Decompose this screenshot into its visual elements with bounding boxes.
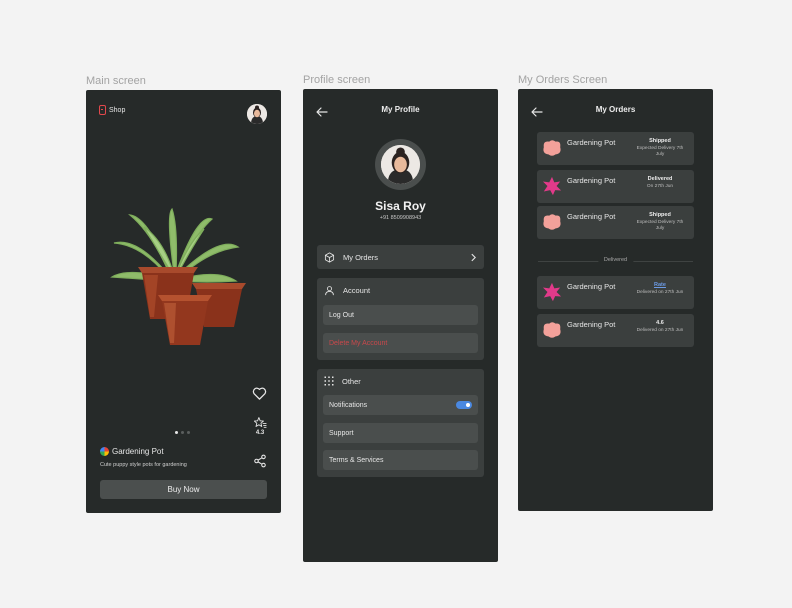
order-status: Shipped: [649, 212, 671, 218]
page-title: My Profile: [381, 105, 420, 114]
order-delivery-info: Expected Delivery 7th July: [636, 220, 684, 231]
avatar[interactable]: [247, 104, 267, 124]
order-name: Gardening Pot: [567, 282, 616, 291]
avatar-image: [247, 104, 267, 124]
support-button[interactable]: Support: [323, 423, 478, 443]
rating[interactable]: 4.3: [250, 417, 270, 436]
user-icon: [325, 285, 334, 295]
carousel-dot[interactable]: [175, 431, 178, 434]
buy-now-button[interactable]: Buy Now: [100, 480, 267, 499]
pot-thumbnail: [543, 322, 561, 338]
plant-pot-image: [108, 207, 248, 347]
account-section: Account Log Out Delete My Account: [317, 278, 484, 360]
profile-screen-label: Profile screen: [303, 74, 371, 86]
chevron-right-icon: [471, 253, 476, 261]
order-delivery-info: Delivered on 27th Jun: [636, 290, 684, 295]
product-name: Gardening Pot: [112, 447, 164, 456]
order-delivery-info: On 27th Jun: [646, 184, 674, 189]
order-name: Gardening Pot: [567, 176, 616, 185]
order-card[interactable]: Gardening Pot Shipped Expected Delivery …: [537, 132, 694, 165]
box-icon: [324, 252, 335, 262]
shop-brand-label: Shop: [109, 106, 126, 114]
other-heading: Other: [342, 376, 361, 386]
order-name: Gardening Pot: [567, 138, 616, 147]
my-orders-label: My Orders: [343, 252, 379, 262]
main-screen: Shop 4.3 Gardening Pot Cute puppy style …: [86, 90, 281, 513]
notifications-label: Notifications: [329, 401, 368, 409]
share-icon: [254, 454, 266, 468]
profile-screen: My Profile Sisa Roy +91 8509908943 My Or…: [303, 89, 498, 562]
share-button[interactable]: [253, 454, 267, 468]
heart-icon: [252, 387, 267, 400]
order-card[interactable]: Gardening Pot Delivered On 27th Jun: [537, 170, 694, 203]
pot-thumbnail: [542, 282, 562, 302]
product-brand-icon: [100, 447, 109, 456]
log-out-button[interactable]: Log Out: [323, 305, 478, 325]
notifications-row[interactable]: Notifications: [323, 395, 478, 415]
profile-phone: +91 8509908943: [379, 215, 422, 221]
order-name: Gardening Pot: [567, 212, 616, 221]
delete-account-button[interactable]: Delete My Account: [323, 333, 478, 353]
carousel-dot[interactable]: [181, 431, 184, 434]
order-card[interactable]: Gardening Pot 4.6 Delivered on 27th Jun: [537, 314, 694, 347]
other-section: Other Notifications Support Terms & Serv…: [317, 369, 484, 477]
terms-button[interactable]: Terms & Services: [323, 450, 478, 470]
shop-logo-icon: [99, 105, 106, 115]
rate-link[interactable]: Rate: [632, 282, 688, 288]
delivered-divider-label: Delivered: [597, 257, 634, 263]
orders-screen-label: My Orders Screen: [518, 74, 608, 86]
main-screen-label: Main screen: [86, 75, 146, 87]
pot-thumbnail: [543, 214, 561, 230]
product-title: Gardening Pot: [100, 447, 164, 456]
carousel-dot[interactable]: [187, 431, 190, 434]
order-card[interactable]: Gardening Pot Rate Delivered on 27th Jun: [537, 276, 694, 309]
order-rating: 4.6: [656, 320, 664, 326]
order-delivery-info: Expected Delivery 7th July: [636, 146, 684, 157]
order-name: Gardening Pot: [567, 320, 616, 329]
grid-dots-icon: [324, 376, 334, 386]
notifications-toggle[interactable]: [456, 401, 472, 409]
profile-name: Sisa Roy: [375, 199, 426, 213]
orders-screen: My Orders Gardening Pot Shipped Expected…: [518, 89, 713, 511]
star-list-icon: [253, 417, 266, 428]
favorite-button[interactable]: [252, 386, 267, 401]
delivered-divider: Delivered: [538, 257, 693, 266]
profile-avatar[interactable]: [375, 139, 426, 190]
pot-thumbnail: [543, 140, 561, 156]
avatar-image: [381, 145, 420, 184]
rating-value: 4.3: [255, 430, 265, 436]
order-status: Delivered: [647, 176, 673, 182]
shop-brand[interactable]: Shop: [99, 105, 125, 115]
page-title: My Orders: [595, 105, 636, 114]
my-orders-row[interactable]: My Orders: [317, 245, 484, 269]
product-description: Cute puppy style pots for gardening: [100, 462, 187, 468]
carousel-dots: [175, 431, 190, 434]
order-delivery-info: Delivered on 27th Jun: [636, 328, 684, 333]
pot-thumbnail: [542, 176, 562, 196]
order-status: Shipped: [649, 138, 671, 144]
avatar: [381, 145, 420, 184]
order-card[interactable]: Gardening Pot Shipped Expected Delivery …: [537, 206, 694, 239]
account-heading: Account: [343, 285, 371, 295]
